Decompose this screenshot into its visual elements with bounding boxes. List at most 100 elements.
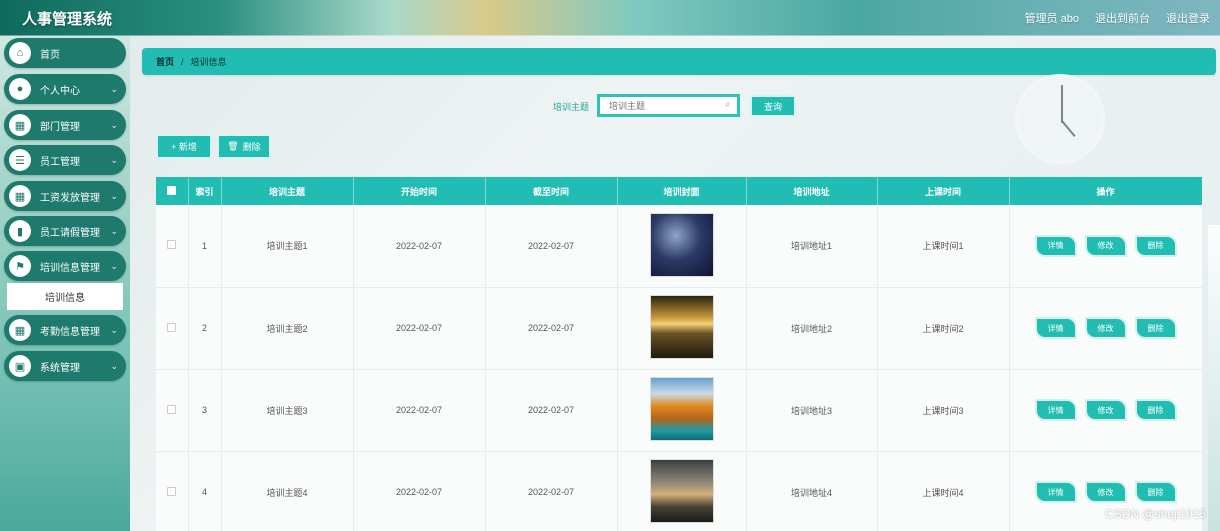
clock-decoration <box>1015 74 1105 164</box>
column-header: 上课时间 <box>877 177 1010 205</box>
app-title: 人事管理系统 <box>22 11 113 28</box>
chevron-down-icon: ⌄ <box>110 225 118 236</box>
detail-button[interactable]: 详情 <box>1034 317 1077 339</box>
sidebar-item-system[interactable]: ▣ 系统管理 ⌄ <box>4 351 126 381</box>
background-decoration <box>1208 225 1220 531</box>
cell-topic: 培训主题2 <box>221 287 354 370</box>
user-icon: ● <box>9 78 31 100</box>
cell-class-time: 上课时间4 <box>877 451 1010 531</box>
detail-button[interactable]: 详情 <box>1034 399 1077 421</box>
training-table: 索引 培训主题 开始时间 截至时间 培训封面 培训地址 上课时间 操作 1 培训… <box>156 177 1202 531</box>
back-to-front-link[interactable]: 退出到前台 <box>1095 10 1150 26</box>
sidebar-item-attendance[interactable]: ▦ 考勤信息管理 ⌄ <box>4 315 126 345</box>
cell-address: 培训地址1 <box>746 205 878 288</box>
cover-image[interactable] <box>649 377 714 441</box>
sidebar: ⌂ 首页 ● 个人中心 ⌄ ▦ 部门管理 ⌄ ☰ 员工管理 ⌄ ▦ 工资发放管理… <box>0 36 130 531</box>
chevron-down-icon: ⌄ <box>110 190 118 201</box>
edit-button[interactable]: 修改 <box>1084 317 1127 339</box>
chevron-down-icon: ⌄ <box>110 119 118 130</box>
cell-topic: 培训主题4 <box>221 451 354 531</box>
flag-icon: ⚑ <box>9 255 31 277</box>
chevron-down-icon: ⌄ <box>110 260 118 271</box>
sidebar-item-leave[interactable]: ▮ 员工请假管理 ⌄ <box>4 216 126 246</box>
chevron-down-icon: ⌄ <box>110 360 118 371</box>
sidebar-item-label: 工资发放管理 <box>40 192 100 204</box>
sidebar-item-label: 首页 <box>40 49 60 61</box>
cell-class-time: 上课时间2 <box>877 287 1010 370</box>
column-header: 培训主题 <box>221 177 354 205</box>
cell-topic: 培训主题3 <box>221 369 354 452</box>
trash-icon: 🗑 <box>227 141 239 151</box>
sidebar-item-label: 员工管理 <box>40 156 80 168</box>
chevron-down-icon: ⌄ <box>110 83 118 94</box>
select-all-header[interactable] <box>156 177 189 205</box>
cell-start: 2022-02-07 <box>353 451 486 531</box>
sidebar-item-personal-center[interactable]: ● 个人中心 ⌄ <box>4 74 126 104</box>
search-input[interactable] <box>597 94 740 117</box>
cell-start: 2022-02-07 <box>353 287 486 370</box>
batch-delete-label: 删除 <box>242 142 261 152</box>
sidebar-item-salary[interactable]: ▦ 工资发放管理 ⌄ <box>4 181 126 211</box>
row-checkbox[interactable] <box>167 486 177 496</box>
add-button[interactable]: + 新增 <box>156 134 212 159</box>
sidebar-item-label: 考勤信息管理 <box>40 326 100 338</box>
edit-button[interactable]: 修改 <box>1084 481 1127 503</box>
batch-delete-button[interactable]: 🗑 删除 <box>217 134 271 159</box>
sidebar-subitem-training-info[interactable]: 培训信息 <box>7 283 123 310</box>
edit-button[interactable]: 修改 <box>1084 234 1127 257</box>
search-icon: ⌕ <box>725 99 731 110</box>
delete-button[interactable]: 删除 <box>1134 481 1177 503</box>
clipboard-icon: ▣ <box>9 355 31 377</box>
cell-start: 2022-02-07 <box>353 205 486 288</box>
current-user: 管理员 abo <box>1024 13 1079 25</box>
delete-button[interactable]: 删除 <box>1134 399 1177 421</box>
search-button[interactable]: 查询 <box>750 95 796 117</box>
cell-topic: 培训主题1 <box>221 205 354 288</box>
home-icon: ⌂ <box>9 42 31 64</box>
header-user-area: 管理员 abo 退出到前台 退出登录 <box>1025 10 1210 26</box>
cell-index: 3 <box>188 369 222 452</box>
column-header: 索引 <box>188 177 222 205</box>
table-row: 1 培训主题1 2022-02-07 2022-02-07 培训地址1 上课时间… <box>156 205 1202 288</box>
column-header: 培训地址 <box>746 177 878 205</box>
sidebar-item-home[interactable]: ⌂ 首页 <box>4 38 126 68</box>
breadcrumb: 首页 / 培训信息 <box>142 48 1216 75</box>
row-checkbox[interactable] <box>167 240 177 250</box>
table-row: 2 培训主题2 2022-02-07 2022-02-07 培训地址2 上课时间… <box>156 287 1202 370</box>
row-checkbox[interactable] <box>167 322 177 332</box>
sliders-icon: ☰ <box>9 149 31 171</box>
detail-button[interactable]: 详情 <box>1034 481 1077 503</box>
breadcrumb-separator: / <box>181 56 184 67</box>
sidebar-item-department[interactable]: ▦ 部门管理 ⌄ <box>4 110 126 140</box>
cover-image[interactable] <box>649 459 714 523</box>
select-all-checkbox[interactable] <box>167 185 177 195</box>
cell-end: 2022-02-07 <box>485 369 618 452</box>
cell-class-time: 上课时间3 <box>877 369 1010 452</box>
column-header: 操作 <box>1009 177 1202 205</box>
edit-button[interactable]: 修改 <box>1084 399 1127 421</box>
breadcrumb-home[interactable]: 首页 <box>156 55 174 68</box>
column-header: 培训封面 <box>617 177 747 205</box>
cover-image[interactable] <box>649 212 714 277</box>
sidebar-item-label: 系统管理 <box>40 362 80 374</box>
logout-link[interactable]: 退出登录 <box>1166 10 1210 26</box>
breadcrumb-current: 培训信息 <box>190 57 227 67</box>
column-header: 截至时间 <box>485 177 618 205</box>
detail-button[interactable]: 详情 <box>1034 234 1077 257</box>
delete-button[interactable]: 删除 <box>1134 317 1177 339</box>
row-checkbox[interactable] <box>167 404 177 414</box>
sidebar-item-training[interactable]: ⚑ 培训信息管理 ⌄ <box>4 251 126 281</box>
sidebar-item-label: 部门管理 <box>40 121 80 133</box>
top-header: 人事管理系统 管理员 abo 退出到前台 退出登录 <box>0 0 1220 36</box>
cell-address: 培训地址2 <box>746 287 878 370</box>
sidebar-item-employee[interactable]: ☰ 员工管理 ⌄ <box>4 145 126 175</box>
sidebar-item-label: 员工请假管理 <box>40 227 100 239</box>
cell-address: 培训地址3 <box>746 369 878 452</box>
cell-index: 2 <box>188 287 222 370</box>
table-header-row: 索引 培训主题 开始时间 截至时间 培训封面 培训地址 上课时间 操作 <box>156 177 1202 205</box>
delete-button[interactable]: 删除 <box>1134 234 1177 257</box>
grid-icon: ▦ <box>9 185 31 207</box>
cell-end: 2022-02-07 <box>485 205 618 288</box>
cell-address: 培训地址4 <box>746 451 878 531</box>
cover-image[interactable] <box>649 295 714 359</box>
